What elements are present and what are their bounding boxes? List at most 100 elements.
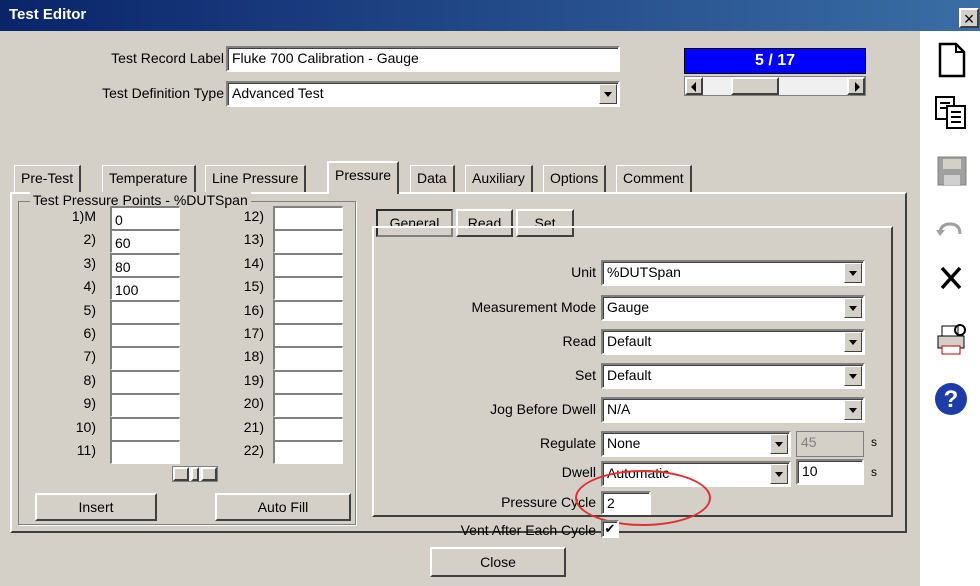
- point-number-right: 18): [243, 348, 264, 365]
- measurement-mode-label: Measurement Mode: [471, 299, 596, 315]
- point-value-input[interactable]: 0: [110, 206, 180, 230]
- point-value-input[interactable]: [110, 299, 180, 324]
- set-select[interactable]: Default: [601, 363, 865, 389]
- tab-line-pressure[interactable]: Line Pressure: [205, 165, 307, 192]
- measurement-mode-select[interactable]: Gauge: [601, 295, 865, 321]
- close-button[interactable]: Close: [430, 547, 566, 577]
- point-number-left: 6): [83, 325, 96, 341]
- insert-button[interactable]: Insert: [35, 493, 157, 521]
- svg-text:?: ?: [944, 386, 959, 413]
- point-value-input[interactable]: [273, 346, 343, 371]
- close-icon: ×: [963, 9, 975, 29]
- point-value-input[interactable]: [110, 369, 180, 394]
- regulate-select[interactable]: None: [601, 431, 791, 457]
- test-definition-type-select[interactable]: Advanced Test: [226, 81, 620, 107]
- title-bar: Test Editor: [0, 0, 980, 31]
- chevron-down-icon[interactable]: [844, 263, 862, 283]
- point-number-right: 15): [243, 278, 264, 295]
- points-scroll-left[interactable]: [173, 467, 189, 481]
- dwell-unit: s: [871, 465, 877, 479]
- tab-comment[interactable]: Comment: [616, 165, 692, 192]
- jog-before-dwell-value: N/A: [607, 401, 631, 417]
- chevron-down-icon[interactable]: [844, 332, 862, 352]
- point-value-input[interactable]: [273, 369, 343, 394]
- regulate-seconds-input: 45: [796, 431, 864, 457]
- tab-options[interactable]: Options: [543, 165, 607, 192]
- point-value-input[interactable]: [110, 440, 180, 464]
- test-record-label-caption: Test Record Label: [111, 50, 224, 66]
- regulate-label: Regulate: [539, 435, 596, 451]
- chevron-down-icon[interactable]: [844, 400, 862, 420]
- test-definition-type-caption: Test Definition Type: [102, 85, 224, 101]
- point-number-left: 5): [83, 301, 96, 318]
- point-value-input[interactable]: 60: [110, 229, 180, 254]
- read-label: Read: [562, 333, 596, 349]
- read-select[interactable]: Default: [601, 329, 865, 355]
- undo-icon[interactable]: [932, 212, 970, 250]
- jog-before-dwell-select[interactable]: N/A: [601, 397, 865, 423]
- tab-pre-test[interactable]: Pre-Test: [14, 165, 82, 192]
- unit-select[interactable]: %DUTSpan: [601, 260, 865, 286]
- point-value-input[interactable]: [273, 276, 343, 301]
- points-scroll-thumb[interactable]: [191, 467, 199, 481]
- point-value-input[interactable]: 80: [110, 252, 180, 277]
- point-number-right: 12): [243, 208, 264, 224]
- vent-after-each-cycle-checkbox[interactable]: ✔: [601, 520, 619, 538]
- measurement-mode-value: Gauge: [607, 299, 650, 315]
- point-value-input[interactable]: [110, 346, 180, 371]
- chevron-down-icon[interactable]: [770, 434, 788, 454]
- chevron-down-icon[interactable]: [844, 366, 862, 386]
- chevron-down-icon[interactable]: [599, 84, 617, 104]
- help-icon[interactable]: ?: [932, 380, 970, 418]
- points-scrollbar[interactable]: [172, 466, 218, 482]
- auto-fill-button[interactable]: Auto Fill: [215, 493, 351, 521]
- point-number-right: 21): [243, 418, 264, 435]
- new-doc-icon[interactable]: [932, 41, 970, 79]
- print-settings-icon[interactable]: [932, 320, 970, 358]
- point-value-input[interactable]: [273, 206, 343, 230]
- pressure-cycle-label: Pressure Cycle: [501, 494, 596, 510]
- point-value-input[interactable]: [273, 393, 343, 418]
- point-number-right: 17): [243, 325, 264, 341]
- point-value-input[interactable]: [110, 323, 180, 347]
- tab-pressure[interactable]: Pressure: [327, 161, 400, 194]
- chevron-down-icon[interactable]: [844, 298, 862, 318]
- record-scrollbar[interactable]: [684, 76, 866, 96]
- delete-icon[interactable]: [932, 258, 970, 296]
- point-value-input[interactable]: 100: [110, 276, 180, 301]
- point-value-input[interactable]: [273, 416, 343, 441]
- scroll-thumb[interactable]: [731, 77, 779, 95]
- point-value-input[interactable]: [273, 252, 343, 277]
- point-number-left: 8): [83, 371, 96, 388]
- points-scroll-right[interactable]: [201, 467, 217, 481]
- point-value-input[interactable]: [110, 393, 180, 418]
- point-value-input[interactable]: [110, 416, 180, 441]
- read-value: Default: [607, 333, 652, 349]
- point-number-right: 19): [243, 371, 264, 388]
- dwell-seconds-input[interactable]: 10: [796, 459, 864, 485]
- tab-data[interactable]: Data: [410, 165, 455, 192]
- vent-after-each-cycle-label: Vent After Each Cycle: [460, 522, 596, 538]
- save-icon[interactable]: [932, 151, 970, 189]
- test-definition-type-value: Advanced Test: [232, 85, 324, 101]
- arrow-right-icon: [855, 82, 860, 92]
- scroll-left-button[interactable]: [685, 77, 703, 95]
- point-value-input[interactable]: [273, 299, 343, 324]
- record-counter: 5 / 17: [684, 48, 866, 74]
- point-value-input[interactable]: [273, 229, 343, 254]
- tab-temperature[interactable]: Temperature: [102, 165, 196, 192]
- scroll-right-button[interactable]: [847, 77, 865, 95]
- point-number-right: 22): [243, 442, 264, 458]
- point-value-input[interactable]: [273, 440, 343, 464]
- close-window-button[interactable]: ×: [959, 8, 979, 28]
- point-number-left: 4): [83, 278, 96, 295]
- point-number-left: 10): [75, 418, 96, 435]
- regulate-value: None: [607, 435, 641, 451]
- regulate-unit: s: [871, 435, 877, 449]
- test-record-label-input[interactable]: Fluke 700 Calibration - Gauge: [226, 46, 620, 72]
- tab-auxiliary[interactable]: Auxiliary: [465, 165, 533, 192]
- copy-icon[interactable]: [932, 93, 970, 131]
- chevron-down-icon[interactable]: [770, 464, 788, 484]
- point-value-input[interactable]: [273, 323, 343, 347]
- dwell-label: Dwell: [561, 464, 596, 480]
